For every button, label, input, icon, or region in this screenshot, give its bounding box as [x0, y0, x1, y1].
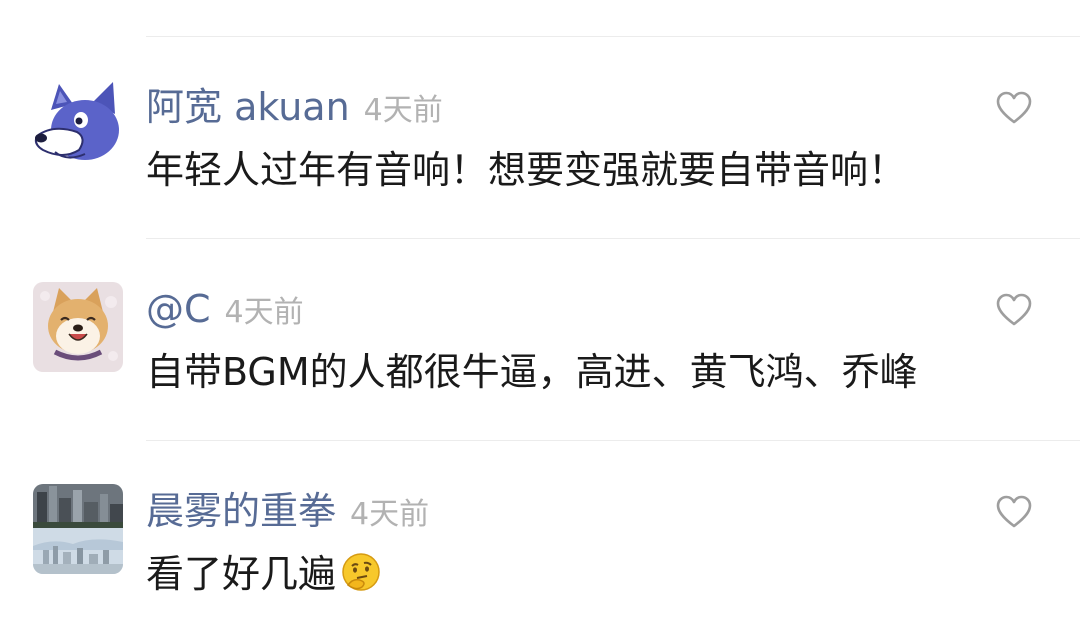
comment-list: 阿宽 akuan 4天前 年轻人过年有音响！想要变强就要自带音响！ @C 4天前… [0, 0, 1080, 636]
author-name[interactable]: 阿宽 akuan [146, 82, 350, 132]
author-name[interactable]: 晨雾的重拳 [146, 486, 336, 536]
heart-outline-icon[interactable] [996, 91, 1032, 125]
divider [146, 440, 1080, 441]
heart-outline-icon[interactable] [996, 495, 1032, 529]
divider [146, 238, 1080, 239]
comment-text: 年轻人过年有音响！想要变强就要自带音响！ [146, 148, 907, 192]
smiling-shiba-dog-avatar-icon [33, 282, 123, 372]
avatar[interactable] [33, 282, 123, 372]
thinking-face-emoji-icon [342, 553, 380, 591]
comment-text-row: 看了好几遍 [146, 549, 382, 599]
comment-text: 自带BGM的人都很牛逼，高进、黄飞鸿、乔峰 [146, 350, 918, 394]
avatar[interactable] [33, 80, 123, 170]
avatar[interactable] [33, 484, 123, 574]
heart-outline-icon[interactable] [996, 293, 1032, 327]
comment-text: 看了好几遍 [146, 552, 337, 596]
cartoon-wolf-avatar-icon [34, 82, 119, 160]
comment-time: 4天前 [363, 93, 443, 128]
comment-time: 4天前 [350, 497, 430, 532]
city-skyline-avatar-icon [33, 484, 123, 574]
comment-time: 4天前 [224, 295, 304, 330]
author-name[interactable]: @C [146, 284, 211, 334]
divider [146, 36, 1080, 37]
